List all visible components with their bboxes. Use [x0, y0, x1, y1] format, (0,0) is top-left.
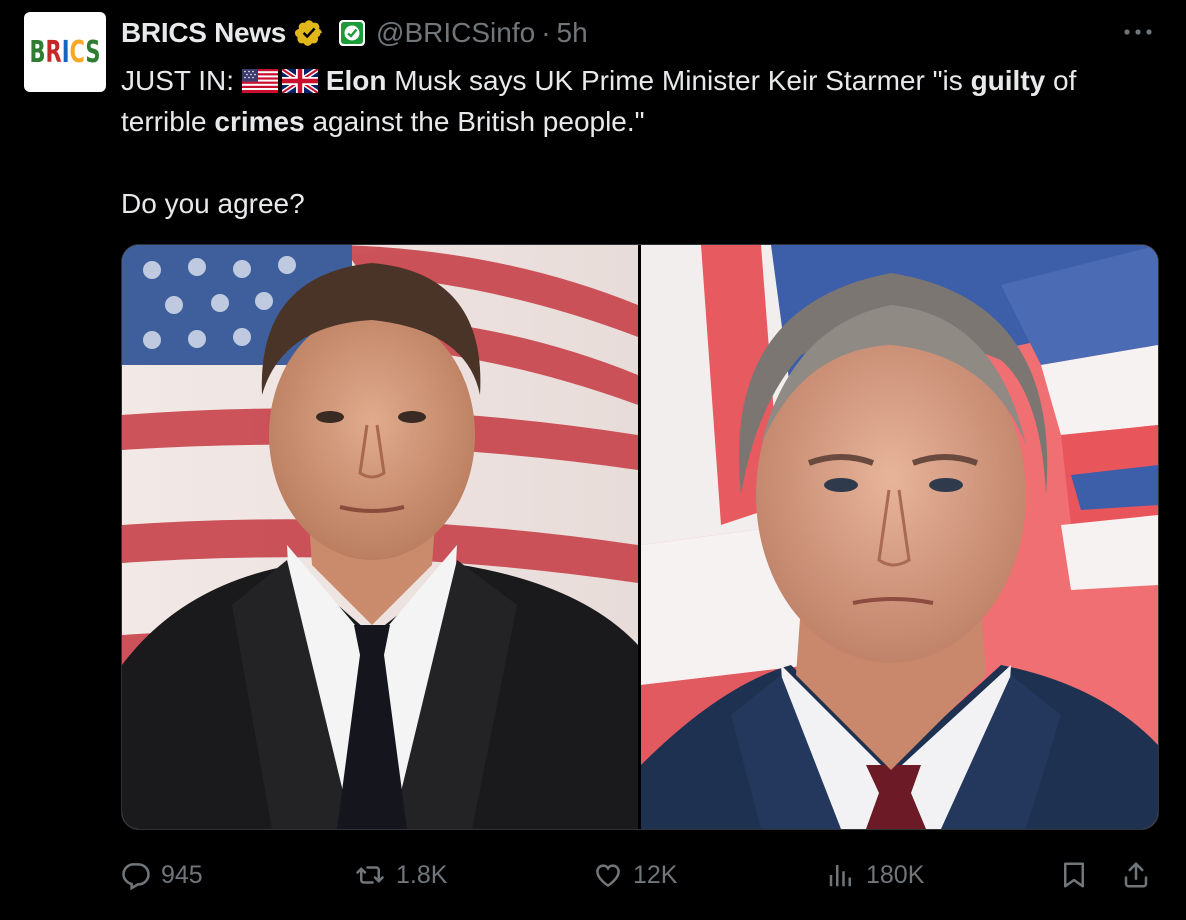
- avatar[interactable]: BRICS: [24, 12, 106, 92]
- timestamp[interactable]: 5h: [557, 17, 588, 49]
- reply-count: 945: [161, 860, 203, 889]
- avatar-logo: BRICS: [29, 34, 101, 70]
- more-options-icon[interactable]: [1120, 22, 1156, 42]
- tweet-text-3: against the British people.": [304, 106, 645, 137]
- us-flag-icon: [241, 63, 278, 93]
- tweet-bold-elon: Elon: [325, 65, 387, 96]
- tweet[interactable]: BRICS BRICS News @BRICSinfo · 5h JUST IN…: [0, 0, 1186, 920]
- share-icon: [1121, 860, 1151, 890]
- photo-elon-musk[interactable]: [122, 245, 638, 829]
- views-count: 180K: [866, 860, 925, 889]
- like-button[interactable]: 12K: [593, 853, 677, 897]
- media-grid[interactable]: [121, 244, 1159, 830]
- tweet-bold-crimes: crimes: [214, 106, 305, 137]
- repost-icon: [354, 860, 386, 890]
- handle[interactable]: @BRICSinfo: [376, 17, 535, 49]
- repost-button[interactable]: 1.8K: [354, 853, 447, 897]
- tweet-prefix: JUST IN:: [121, 65, 235, 96]
- views-icon: [826, 860, 856, 890]
- verified-badge-icon[interactable]: [294, 18, 324, 48]
- tweet-header: BRICS News @BRICSinfo · 5h: [121, 14, 588, 52]
- bookmark-button[interactable]: [1059, 853, 1089, 897]
- tweet-paragraph-2: Do you agree?: [121, 188, 305, 219]
- share-button[interactable]: [1121, 853, 1151, 897]
- reply-button[interactable]: 945: [121, 853, 203, 897]
- views-button[interactable]: 180K: [826, 853, 924, 897]
- reply-icon: [121, 860, 151, 890]
- separator: ·: [541, 17, 551, 48]
- tweet-text-1: Musk says UK Prime Minister Keir Starmer…: [386, 65, 971, 96]
- tweet-paragraph-1: JUST IN: Elon Musk says UK Prime Ministe…: [121, 60, 1161, 142]
- uk-flag-icon: [280, 63, 320, 96]
- action-bar: 945 1.8K 12K 180K: [121, 853, 1161, 897]
- tweet-text: JUST IN: Elon Musk says UK Prime Ministe…: [121, 60, 1161, 224]
- like-count: 12K: [633, 860, 678, 889]
- display-name[interactable]: BRICS News: [121, 17, 286, 49]
- heart-icon: [593, 860, 623, 890]
- repost-count: 1.8K: [396, 860, 448, 889]
- affiliate-badge-icon[interactable]: [338, 19, 366, 47]
- tweet-bold-guilty: guilty: [970, 65, 1046, 96]
- bookmark-icon: [1059, 860, 1089, 890]
- photo-keir-starmer[interactable]: [641, 245, 1158, 829]
